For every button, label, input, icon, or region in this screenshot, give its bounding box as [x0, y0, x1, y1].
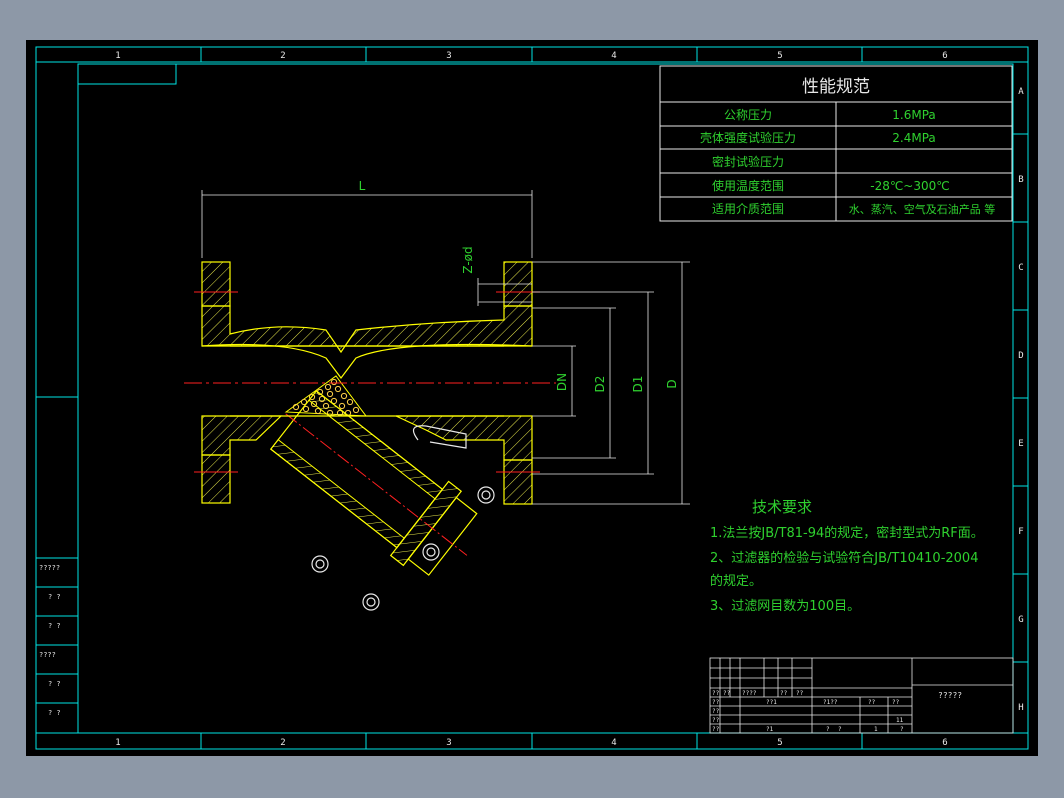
title-block-cell: ??: [868, 699, 876, 706]
title-block-cell: ??: [723, 690, 731, 697]
revision-cell: ? ?: [48, 680, 61, 688]
zone-col-bottom-2: 2: [280, 738, 285, 748]
left-flange: [201, 261, 231, 307]
zone-row-B: B: [1018, 175, 1023, 185]
spec-label-temperature-range: 使用温度范围: [712, 178, 784, 193]
title-block-cell: ??1: [766, 699, 777, 706]
revision-cell: ? ?: [48, 593, 61, 601]
zone-col-top-3: 3: [446, 51, 451, 61]
zone-col-bottom-6: 6: [942, 738, 947, 748]
sheet-frame: [35, 46, 1029, 750]
performance-table-title: 性能规范: [802, 77, 870, 97]
zone-col-top-1: 1: [115, 51, 120, 61]
strainer-body: [184, 261, 556, 611]
title-block-cell: ??: [712, 708, 720, 715]
zone-col-top-6: 6: [942, 51, 947, 61]
dim-label-L: L: [359, 179, 366, 193]
zone-col-bottom-5: 5: [777, 738, 782, 748]
strainer-leg: [269, 389, 478, 576]
title-block-cell: 1: [874, 726, 878, 733]
drawing-sheet: 1 2 3 4 5 6 1 2 3 4 5 6 A B C D E F G H …: [35, 46, 1029, 750]
lower-body-wall: [201, 415, 283, 456]
title-block-cell: ????: [742, 690, 757, 697]
title-block-cell: ??: [796, 690, 804, 697]
title-block-cell: ??: [712, 717, 720, 724]
tech-req-item: 1.法兰按JB/T81-94的规定，密封型式为RF面。: [710, 525, 984, 541]
zone-row-E: E: [1018, 439, 1023, 449]
right-flange-lower: [503, 459, 533, 505]
spec-label-seal-test-pressure: 密封试验压力: [712, 154, 784, 169]
title-block: ????? ?? ?? ???? ?? ?? ?? ??1 ?? ?1?? ??…: [709, 657, 1014, 734]
title-block-cell: ?1??: [823, 699, 838, 706]
zone-row-H: H: [1018, 703, 1023, 713]
zone-labels: 1 2 3 4 5 6 1 2 3 4 5 6 A B C D E F G H: [115, 51, 1024, 748]
tech-req-item: 3、过滤网目数为100目。: [710, 599, 860, 614]
zone-col-top-5: 5: [777, 51, 782, 61]
zone-col-bottom-4: 4: [611, 738, 616, 748]
title-block-cell: ??: [712, 726, 720, 733]
tech-req-item: 2、过滤器的检验与试验符合JB/T10410-2004: [710, 550, 978, 566]
dim-label-D1: D1: [631, 376, 645, 393]
zone-col-top-4: 4: [611, 51, 616, 61]
title-block-cell: ?: [838, 726, 842, 733]
spec-label-medium: 适用介质范围: [712, 202, 784, 216]
technical-requirements: 技术要求 1.法兰按JB/T81-94的规定，密封型式为RF面。 2、过滤器的检…: [710, 498, 984, 614]
zone-col-bottom-1: 1: [115, 738, 120, 748]
left-flange-lower: [201, 454, 231, 504]
tech-req-title: 技术要求: [752, 498, 812, 516]
zone-row-A: A: [1018, 87, 1024, 97]
revision-cell: ?????: [39, 564, 60, 572]
zone-row-G: G: [1018, 615, 1023, 625]
zone-row-D: D: [1018, 351, 1023, 361]
dim-label-DN: DN: [555, 373, 569, 391]
dim-label-D: D: [665, 379, 679, 388]
spec-value-temperature-range: -28℃~300℃: [870, 179, 950, 193]
title-block-cell: ??: [712, 699, 720, 706]
title-block-cell: ??: [892, 699, 900, 706]
performance-table: 性能规范 公称压力 壳体强度试验压力 密封试验压力 使用温度范围 适用介质范围 …: [659, 65, 1013, 222]
zone-row-F: F: [1018, 527, 1023, 537]
title-block-cell: ?: [826, 726, 830, 733]
zone-row-C: C: [1018, 263, 1023, 273]
revision-cell: ????: [39, 651, 56, 659]
dim-label-D2: D2: [593, 376, 607, 393]
zone-col-bottom-3: 3: [446, 738, 451, 748]
cad-drawing-viewport[interactable]: 1 2 3 4 5 6 1 2 3 4 5 6 A B C D E F G H …: [26, 40, 1038, 756]
flow-path-curve: [201, 343, 533, 379]
revision-cell: ? ?: [48, 622, 61, 630]
title-block-cell: ??: [712, 690, 720, 697]
dimension-lines: [201, 190, 690, 505]
title-block-name: ?????: [938, 691, 962, 700]
title-block-cell: ?: [900, 726, 904, 733]
title-block-cell: ?1: [766, 726, 774, 733]
spec-label-shell-test-pressure: 壳体强度试验压力: [700, 130, 796, 145]
revision-cell: ? ?: [48, 709, 61, 717]
spec-value-nominal-pressure: 1.6MPa: [892, 108, 936, 122]
title-block-cell: 11: [896, 717, 904, 724]
zone-col-top-2: 2: [280, 51, 285, 61]
spec-label-nominal-pressure: 公称压力: [724, 108, 772, 122]
tech-req-item: 的规定。: [710, 573, 762, 589]
dim-label-Z-d: Z-ød: [461, 246, 475, 273]
title-block-cell: ??: [780, 690, 788, 697]
spec-value-medium: 水、蒸汽、空气及石油产品 等: [849, 202, 996, 216]
spec-value-shell-test-pressure: 2.4MPa: [892, 131, 936, 145]
